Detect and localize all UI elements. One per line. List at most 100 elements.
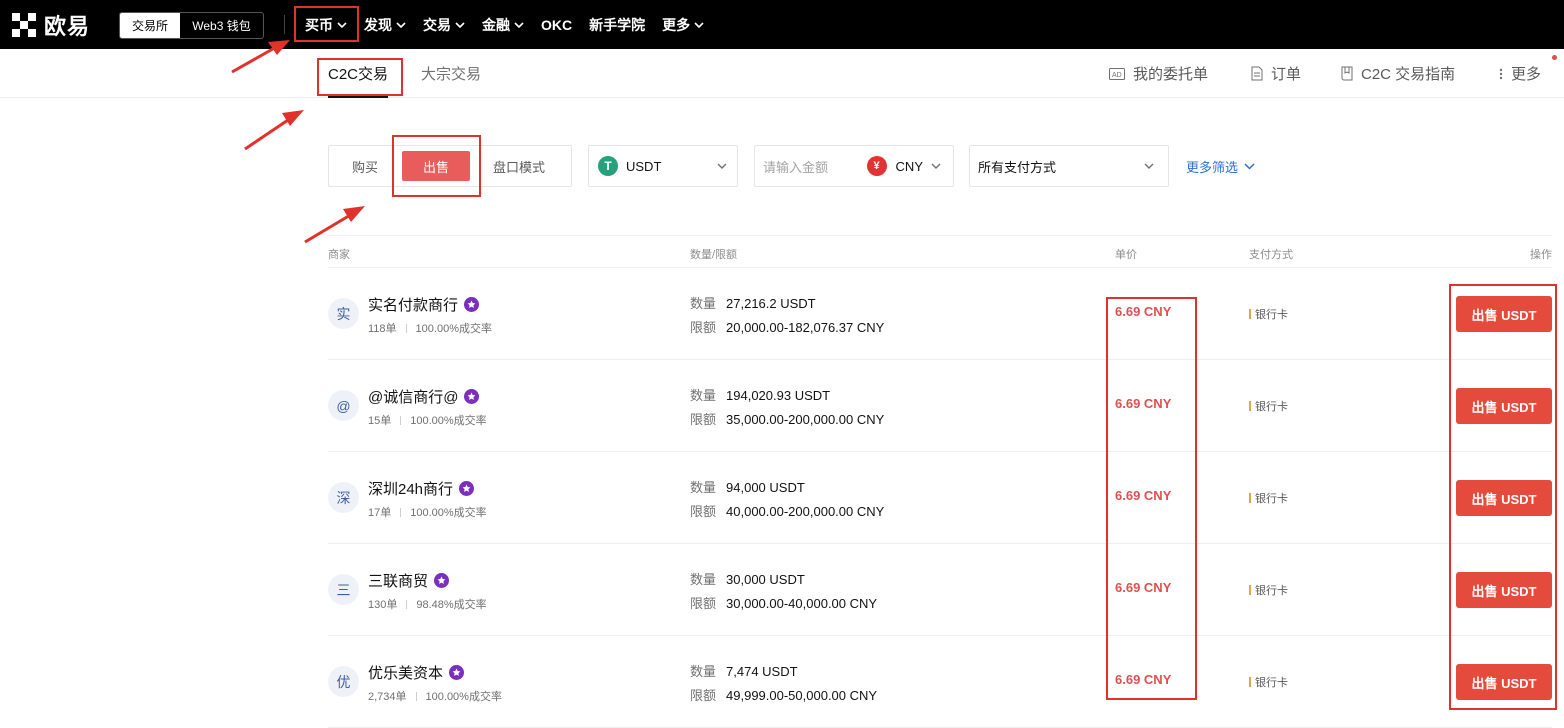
- nav-item-buy-crypto[interactable]: 买币: [305, 15, 347, 35]
- merchant-name[interactable]: 三联商贸: [368, 570, 450, 591]
- quantity-label: 数量: [690, 572, 717, 587]
- svg-text:AD: AD: [1112, 72, 1122, 79]
- quantity-label: 数量: [690, 480, 717, 495]
- avatar: 三: [328, 574, 359, 605]
- wallet-switch-option[interactable]: Web3 钱包: [180, 13, 263, 38]
- completion-rate: 100.00%成交率: [410, 507, 487, 519]
- trade-mode-toggle: 购买 出售 盘口模式: [328, 145, 572, 187]
- payment-method: 银行卡: [1249, 306, 1288, 322]
- unit-price: 6.69 CNY: [1115, 488, 1172, 503]
- merchant-name-text: 深圳24h商行: [368, 481, 454, 498]
- quantity-label: 数量: [690, 664, 717, 679]
- coin-select-value: USDT: [626, 158, 662, 174]
- buy-mode-button[interactable]: 购买: [329, 146, 401, 186]
- sell-usdt-button[interactable]: 出售 USDT: [1456, 388, 1552, 424]
- payment-method: 银行卡: [1249, 674, 1288, 690]
- quantity-label: 数量: [690, 388, 717, 403]
- payment-method-select[interactable]: 所有支付方式: [969, 145, 1169, 187]
- table-row: 深 深圳24h商行 17单 100.00%成交率 数量 94,000 USDT 限额…: [328, 452, 1552, 544]
- c2c-guide-link[interactable]: C2C 交易指南: [1341, 49, 1455, 98]
- amount-field[interactable]: 请输入金额 ¥ CNY: [754, 145, 954, 187]
- orderbook-mode-button[interactable]: 盘口模式: [479, 146, 559, 186]
- limit-label: 限额: [690, 504, 717, 519]
- brand-logo[interactable]: 欧易: [12, 12, 90, 40]
- nav-item-finance[interactable]: 金融: [482, 15, 524, 35]
- bank-card-marker-icon: [1249, 309, 1251, 319]
- nav-item-label: 发现: [364, 16, 392, 33]
- table-row: 三 三联商贸 130单 98.48%成交率 数量 30,000 USDT 限额 30,…: [328, 544, 1552, 636]
- tab-c2c-trade[interactable]: C2C交易: [328, 49, 389, 98]
- limit-line: 限额 20,000.00-182,076.37 CNY: [690, 317, 884, 336]
- quantity-line: 数量 94,000 USDT: [690, 477, 805, 496]
- nav-item-discover[interactable]: 发现: [364, 15, 406, 35]
- merchant-name[interactable]: 深圳24h商行: [368, 478, 475, 499]
- limit-label: 限额: [690, 320, 717, 335]
- sell-usdt-button[interactable]: 出售 USDT: [1456, 572, 1552, 608]
- nav-item-academy[interactable]: 新手学院: [589, 15, 645, 35]
- merchant-name[interactable]: @诚信商行@: [368, 386, 480, 407]
- order-count: 130单: [368, 599, 398, 611]
- table-row: 实 实名付款商行 118单 100.00%成交率 数量 27,216.2 USDT …: [328, 268, 1552, 360]
- limit-value: 30,000.00-40,000.00 CNY: [726, 596, 878, 611]
- more-filters-button[interactable]: 更多筛选: [1186, 145, 1255, 187]
- merchant-name[interactable]: 优乐美资本: [368, 662, 465, 683]
- more-label: 更多: [1511, 66, 1542, 83]
- orders-link[interactable]: 订单: [1251, 49, 1301, 98]
- my-ads-link[interactable]: AD 我的委托单: [1109, 49, 1208, 98]
- payment-select-value: 所有支付方式: [978, 159, 1057, 175]
- chevron-down-icon: [694, 21, 704, 28]
- quantity-line: 数量 7,474 USDT: [690, 661, 798, 680]
- okx-logo-icon: [12, 13, 36, 37]
- bank-card-marker-icon: [1249, 585, 1251, 595]
- nav-item-label: 买币: [305, 16, 333, 33]
- completion-rate: 98.48%成交率: [416, 599, 487, 611]
- sell-usdt-button[interactable]: 出售 USDT: [1456, 480, 1552, 516]
- header-action: 操作: [1530, 249, 1552, 261]
- nav-item-more[interactable]: 更多: [662, 15, 704, 35]
- my-ads-label: 我的委托单: [1133, 66, 1209, 83]
- exchange-switch-option[interactable]: 交易所: [120, 13, 180, 38]
- document-icon: [1251, 66, 1263, 81]
- sell-usdt-button[interactable]: 出售 USDT: [1456, 296, 1552, 332]
- verified-badge-icon: [464, 389, 480, 404]
- more-filters-label: 更多筛选: [1186, 159, 1239, 175]
- currency-select-value[interactable]: CNY: [896, 159, 923, 174]
- cny-currency-icon: ¥: [866, 156, 887, 176]
- avatar: 优: [328, 666, 359, 697]
- nav-item-trade[interactable]: 交易: [423, 15, 465, 35]
- more-link[interactable]: 更多: [1499, 49, 1541, 98]
- coin-select[interactable]: T USDT: [588, 145, 738, 187]
- payment-method-label: 银行卡: [1255, 309, 1288, 321]
- c2c-guide-label: C2C 交易指南: [1361, 66, 1456, 83]
- payment-method: 银行卡: [1249, 398, 1288, 414]
- bank-card-marker-icon: [1249, 401, 1251, 411]
- ad-icon: AD: [1109, 67, 1125, 80]
- quantity-line: 数量 194,020.93 USDT: [690, 385, 830, 404]
- table-row: @ @诚信商行@ 15单 100.00%成交率 数量 194,020.93 USDT…: [328, 360, 1552, 452]
- merchant-stats: 2,734单 100.00%成交率: [368, 688, 502, 704]
- sell-mode-button[interactable]: 出售: [402, 151, 470, 181]
- sell-usdt-button[interactable]: 出售 USDT: [1456, 664, 1552, 700]
- quantity-value: 30,000 USDT: [726, 572, 805, 587]
- completion-rate: 100.00%成交率: [410, 415, 487, 427]
- verified-badge-icon: [434, 573, 450, 588]
- limit-line: 限额 40,000.00-200,000.00 CNY: [690, 501, 884, 520]
- table-header: 商家 数量/限额 单价 支付方式 操作: [328, 235, 1552, 268]
- tab-block-trade[interactable]: 大宗交易: [421, 49, 481, 98]
- limit-label: 限额: [690, 688, 717, 703]
- limit-value: 20,000.00-182,076.37 CNY: [726, 320, 885, 335]
- quantity-label: 数量: [690, 296, 717, 311]
- limit-value: 49,999.00-50,000.00 CNY: [726, 688, 878, 703]
- unit-price: 6.69 CNY: [1115, 580, 1172, 595]
- limit-label: 限额: [690, 596, 717, 611]
- more-vertical-icon: [1499, 68, 1503, 79]
- orders-label: 订单: [1271, 66, 1302, 83]
- nav-item-okc[interactable]: OKC: [541, 17, 572, 33]
- amount-input[interactable]: 请输入金额: [763, 157, 867, 176]
- merchant-stats: 15单 100.00%成交率: [368, 412, 487, 428]
- payment-method-label: 银行卡: [1255, 401, 1288, 413]
- table-row: 优 优乐美资本 2,734单 100.00%成交率 数量 7,474 USDT 限额…: [328, 636, 1552, 728]
- merchant-name[interactable]: 实名付款商行: [368, 294, 480, 315]
- merchant-name-text: 实名付款商行: [368, 297, 459, 314]
- exchange-wallet-switch: 交易所 Web3 钱包: [119, 12, 264, 39]
